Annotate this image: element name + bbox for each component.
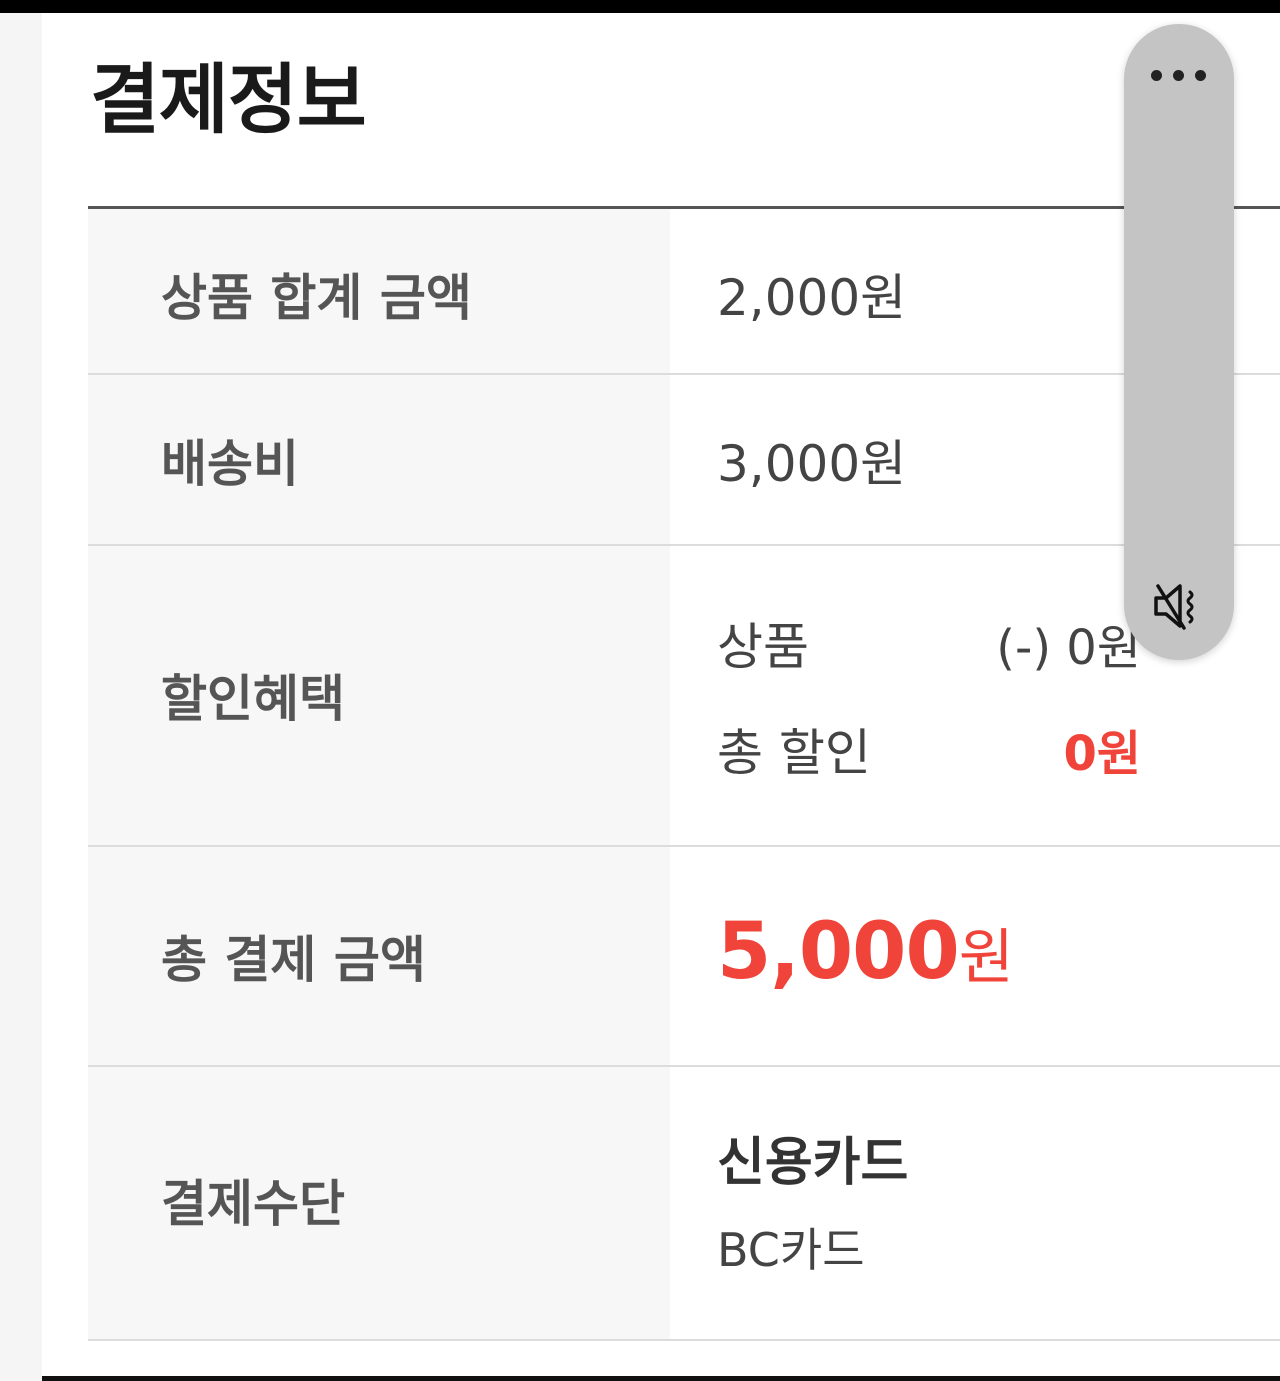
dot <box>1195 70 1206 81</box>
browser-top-bar <box>0 0 1280 13</box>
table-row-total: 총 결제 금액 5,000원 <box>88 847 1280 1067</box>
discount-product-label: 상품 <box>717 618 809 676</box>
dot <box>1173 70 1184 81</box>
page-title: 결제정보 <box>90 55 367 144</box>
bottom-border <box>42 1376 1280 1381</box>
speaker-muted-icon[interactable] <box>1150 576 1210 636</box>
subtotal-value: 2,000원 <box>717 269 907 327</box>
more-horizontal-icon[interactable] <box>1151 70 1207 82</box>
table-row-shipping: 배송비 3,000원 <box>88 375 1280 546</box>
dot <box>1151 70 1162 81</box>
floating-media-controls <box>1124 24 1234 660</box>
table-row-subtotal: 상품 합계 금액 2,000원 <box>88 209 1280 375</box>
payment-card-name: BC카드 <box>717 1223 865 1277</box>
payment-method-type: 신용카드 <box>717 1133 909 1193</box>
left-margin <box>0 13 42 1381</box>
shipping-label: 배송비 <box>161 435 299 493</box>
table-row-discount: 할인혜택 상품 (-) 0원 총 할인 0원 <box>88 546 1280 847</box>
shipping-value: 3,000원 <box>717 435 907 493</box>
discount-product-amount: (-) 0원 <box>996 620 1141 676</box>
subtotal-label: 상품 합계 금액 <box>161 269 472 327</box>
discount-total-amount: 0원 <box>1063 726 1141 782</box>
payment-info-table: 상품 합계 금액 2,000원 배송비 3,000원 할인혜택 상품 (-) 0… <box>88 209 1280 1341</box>
total-label: 총 결제 금액 <box>161 931 426 989</box>
total-amount-number: 5,000 <box>717 907 960 997</box>
discount-label: 할인혜택 <box>161 670 345 728</box>
total-amount-unit: 원 <box>958 923 1014 993</box>
discount-total-label: 총 할인 <box>717 724 871 782</box>
payment-method-label: 결제수단 <box>161 1175 345 1233</box>
total-amount: 5,000원 <box>717 913 1014 991</box>
table-row-payment-method: 결제수단 신용카드 BC카드 <box>88 1067 1280 1341</box>
